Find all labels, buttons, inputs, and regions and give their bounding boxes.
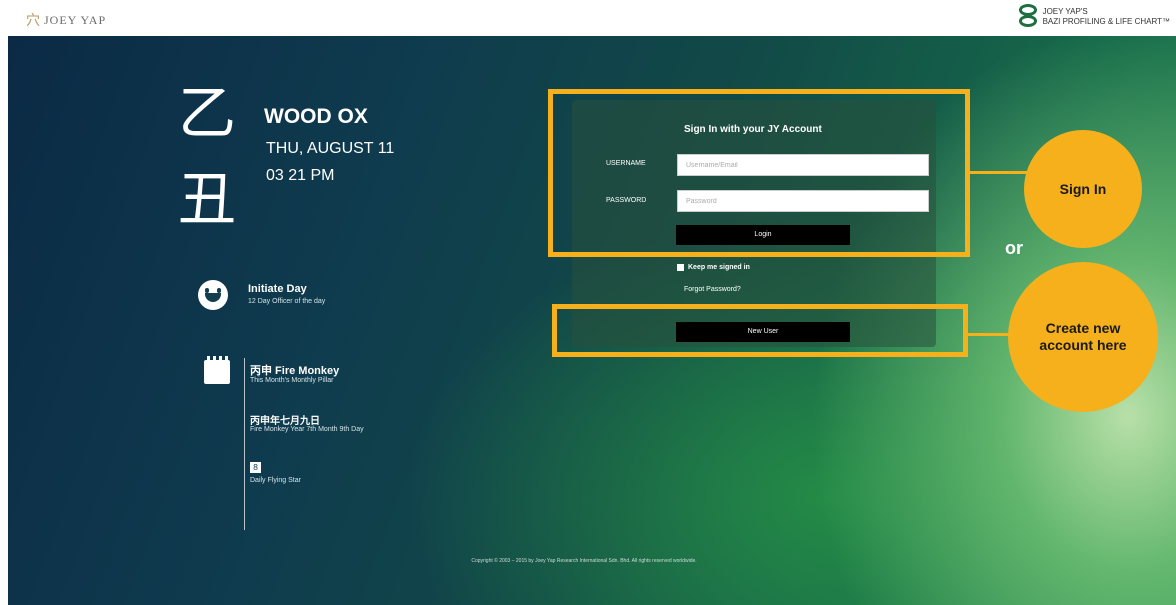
earthly-branch-glyph: 丑	[178, 165, 237, 233]
timeline-divider	[244, 358, 245, 530]
sign-in-callout: Sign In	[1024, 130, 1142, 248]
create-account-callout: Create new account here	[1008, 262, 1158, 412]
joey-yap-logo-icon: ⽳	[26, 13, 40, 29]
bazi-logo-icon	[1017, 4, 1039, 30]
bazi-profiling-logo[interactable]: JOEY YAP'S BAZI PROFILING & LIFE CHART™	[1017, 4, 1170, 30]
create-account-callout-text: Create new account here	[1039, 320, 1127, 353]
or-label: or	[1005, 238, 1023, 258]
joey-yap-logo[interactable]: ⽳ JOEY YAP	[26, 10, 106, 30]
day-element-title: WOOD OX	[264, 105, 368, 128]
top-bar: ⽳ JOEY YAP JOEY YAP'S BAZI PROFILING & L…	[0, 0, 1176, 36]
keep-signed-in[interactable]: Keep me signed in	[677, 264, 750, 271]
create-account-connector	[968, 333, 1012, 336]
current-date: THU, AUGUST 11	[266, 140, 395, 157]
monthly-pillar-title: 丙申 Fire Monkey	[250, 365, 340, 377]
lunar-date-title: 丙申年七月九日	[250, 416, 320, 427]
officer-title: Initiate Day	[248, 283, 307, 295]
flying-star-number: 8	[250, 462, 261, 473]
bazi-logo-line2: BAZI PROFILING & LIFE CHART™	[1042, 17, 1170, 26]
current-time: 03 21 PM	[266, 167, 335, 184]
keep-signed-in-checkbox[interactable]	[677, 264, 684, 271]
monthly-pillar-subtitle: This Month's Monthly Pillar	[250, 377, 334, 384]
new-user-highlight-box	[552, 304, 968, 357]
sign-in-highlight-box	[548, 89, 970, 257]
calendar-icon	[204, 356, 230, 384]
bazi-logo-text: JOEY YAP'S BAZI PROFILING & LIFE CHART™	[1043, 7, 1170, 27]
joey-yap-logo-text: JOEY YAP	[44, 12, 107, 27]
copyright-footer: Copyright © 2003 – 2015 by Joey Yap Rese…	[471, 558, 697, 564]
forgot-password-link[interactable]: Forgot Password?	[684, 286, 741, 293]
bazi-logo-line1: JOEY YAP'S	[1042, 7, 1088, 16]
flying-star-label: Daily Flying Star	[250, 477, 301, 484]
officer-subtitle: 12 Day Officer of the day	[248, 298, 326, 305]
sign-in-connector	[970, 171, 1028, 174]
lunar-date-subtitle: Fire Monkey Year 7th Month 9th Day	[250, 426, 364, 433]
keep-signed-in-label: Keep me signed in	[688, 264, 750, 271]
smiley-icon	[198, 280, 228, 310]
heavenly-stem-glyph: 乙	[178, 79, 237, 147]
